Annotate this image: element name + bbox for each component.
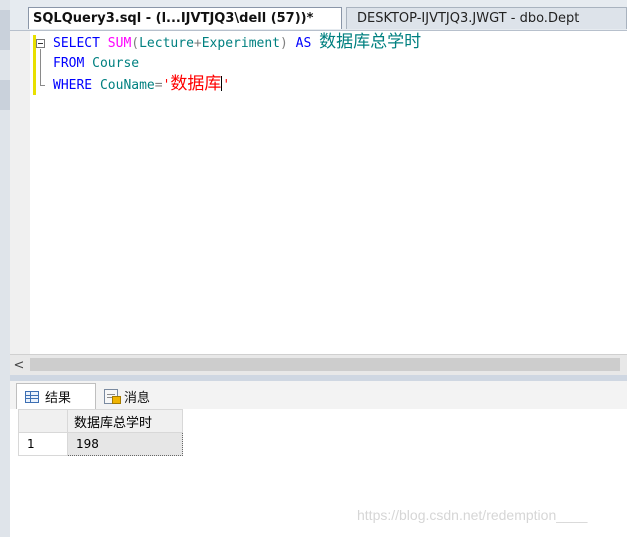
tab-results[interactable]: 结果 (16, 383, 96, 409)
string-quote-close: ' (222, 78, 231, 93)
document-tab-bar: SQLQuery3.sql - (l...IJVTJQ3\dell (57))*… (10, 0, 627, 31)
operator-plus: + (193, 36, 202, 51)
table-row: 1 198 (18, 432, 183, 456)
column-alias: 数据库总学时 (319, 32, 422, 52)
scroll-left-icon[interactable]: < (10, 355, 28, 375)
outline-end (40, 85, 45, 86)
paren-close: ) (280, 36, 288, 51)
column-experiment: Experiment (201, 36, 281, 51)
keyword-select: SELECT (53, 36, 100, 51)
code-line-1[interactable]: SELECT SUM(Lecture+Experiment) AS 数据库总学时 (53, 32, 421, 54)
keyword-as: AS (295, 36, 312, 51)
column-couname: CouName (99, 78, 155, 93)
code-line-3[interactable]: WHERE CouName='数据库' (53, 74, 230, 96)
keyword-from: FROM (53, 56, 85, 71)
tab-results-label: 结果 (45, 391, 72, 406)
keyword-where: WHERE (53, 78, 93, 93)
column-lecture: Lecture (139, 36, 194, 51)
operator-equals: = (154, 78, 163, 93)
tab-sqlquery3[interactable]: SQLQuery3.sql - (l...IJVTJQ3\dell (57))* (28, 7, 342, 29)
string-value: 数据库 (170, 74, 222, 94)
tab-dbo-dept-label: DESKTOP-IJVTJQ3.JWGT - dbo.Dept (357, 11, 580, 26)
collapse-icon[interactable] (36, 39, 45, 48)
query-editor[interactable]: SELECT SUM(Lecture+Experiment) AS 数据库总学时… (10, 31, 627, 354)
messages-icon (104, 388, 121, 404)
header-row: 数据库总学时 (18, 409, 183, 433)
left-panel-block (0, 10, 10, 50)
table-course: Course (92, 56, 140, 71)
tab-dbo-dept[interactable]: DESKTOP-IJVTJQ3.JWGT - dbo.Dept (346, 7, 627, 29)
paren-open: ( (131, 36, 140, 51)
results-grid-icon (25, 390, 39, 403)
results-table: 数据库总学时 1 198 (18, 409, 183, 456)
results-tab-bar: 结果 消息 (10, 381, 627, 410)
tab-sqlquery3-label: SQLQuery3.sql - (l...IJVTJQ3\dell (57))* (33, 11, 314, 26)
editor-margin (10, 31, 30, 354)
function-sum: SUM (107, 36, 132, 51)
result-cell[interactable]: 198 (67, 432, 183, 456)
row-number[interactable]: 1 (18, 432, 68, 456)
tab-messages[interactable]: 消息 (98, 383, 168, 409)
scrollbar-thumb[interactable] (30, 358, 620, 371)
tab-messages-label: 消息 (124, 390, 151, 406)
watermark: https://blog.csdn.net/redemption____ (357, 507, 588, 523)
left-panel-block (0, 80, 10, 110)
corner-cell[interactable] (18, 409, 68, 433)
column-header[interactable]: 数据库总学时 (67, 409, 183, 433)
code-line-2[interactable]: FROM Course (53, 53, 139, 74)
outline-line (40, 49, 41, 86)
editor-horizontal-scrollbar[interactable]: < (10, 354, 627, 375)
